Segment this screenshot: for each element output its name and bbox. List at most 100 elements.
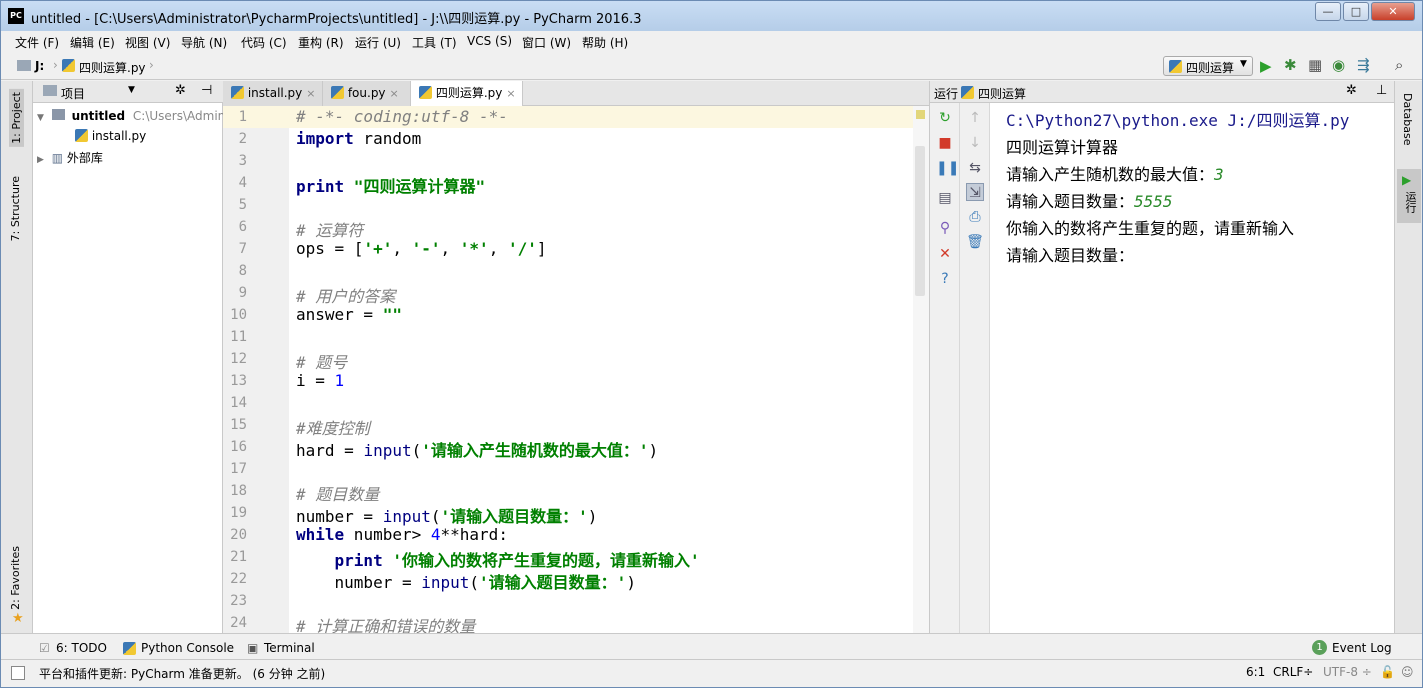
tree-item-install[interactable]: install.py	[75, 129, 146, 143]
console-command-line: C:\Python27\python.exe J:/四则运算.py	[1006, 111, 1350, 130]
chevron-down-icon: ▼	[1240, 59, 1247, 69]
breadcrumb-file[interactable]: 四则运算.py	[79, 59, 146, 76]
search-everywhere-icon[interactable]: ⌕	[1395, 56, 1403, 74]
coverage-icon[interactable]: ▦	[1308, 56, 1322, 74]
line-number: 12	[230, 351, 247, 367]
tab-structure[interactable]: 7: Structure	[9, 176, 22, 241]
tab-todo[interactable]: 6: TODO	[56, 641, 107, 655]
collapse-arrow-icon: ▶	[37, 155, 44, 165]
menu-refactor[interactable]: 重构 (R)	[298, 34, 344, 51]
pause-icon[interactable]: ❚❚	[936, 159, 959, 177]
code-editor[interactable]: # -*- coding:utf-8 -*- import random pri…	[289, 106, 929, 636]
scrollbar-thumb[interactable]	[915, 146, 925, 296]
run-panel-header: 运行 四则运算 ✲ ⊥	[930, 81, 1395, 103]
help-icon[interactable]: ?	[936, 270, 954, 288]
close-tab-icon[interactable]: ×	[506, 87, 515, 100]
gear-icon[interactable]: ✲	[175, 83, 186, 98]
tab-database[interactable]: Database	[1401, 93, 1414, 146]
scroll-to-end-icon[interactable]: ⇲	[966, 183, 984, 201]
file-encoding[interactable]: UTF-8 ÷	[1323, 665, 1372, 679]
print-icon[interactable]: ⎙	[966, 208, 984, 226]
menu-window[interactable]: 窗口 (W)	[522, 34, 571, 51]
menu-navigate[interactable]: 导航 (N)	[181, 34, 227, 51]
tab-terminal[interactable]: Terminal	[264, 641, 315, 655]
status-message[interactable]: 平台和插件更新: PyCharm 准备更新。 (6 分钟 之前)	[39, 665, 325, 682]
breadcrumb-root[interactable]: J:	[35, 59, 44, 73]
line-number: 9	[238, 285, 247, 301]
event-count-badge: 1	[1312, 640, 1327, 655]
tab-fou[interactable]: fou.py ×	[323, 81, 411, 106]
code-line-7: ops = ['+', '-', '*', '/']	[296, 239, 547, 258]
arrow-down-icon[interactable]: ↓	[966, 134, 984, 152]
menu-code[interactable]: 代码 (C)	[241, 34, 287, 51]
tree-root[interactable]: ▼ untitled C:\Users\Admini	[37, 109, 229, 123]
tab-run-label: 运行	[1404, 191, 1417, 213]
menu-tools[interactable]: 工具 (T)	[412, 34, 457, 51]
run-icon[interactable]: ▶	[1260, 57, 1272, 75]
menu-help[interactable]: 帮助 (H)	[582, 34, 628, 51]
expand-arrow-icon: ▼	[37, 113, 44, 123]
pin-icon[interactable]: ⚲	[936, 219, 954, 237]
menu-file[interactable]: 文件 (F)	[15, 34, 59, 51]
tab-event-log[interactable]: Event Log	[1332, 641, 1392, 655]
lock-icon[interactable]: 🔓	[1380, 665, 1395, 679]
editor-tabs: install.py × fou.py × 四则运算.py ×	[223, 81, 929, 106]
line-number: 8	[238, 263, 247, 279]
menu-edit[interactable]: 编辑 (E)	[70, 34, 115, 51]
soft-wrap-icon[interactable]: ⇆	[966, 159, 984, 177]
line-number: 20	[230, 527, 247, 543]
line-number: 7	[238, 241, 247, 257]
console-output-line: 请输入产生随机数的最大值：3	[1006, 165, 1224, 184]
inspector-icon[interactable]: ☺	[1401, 665, 1414, 679]
stop-icon[interactable]: ■	[936, 134, 954, 152]
hide-panel-icon[interactable]: ⊥	[1376, 83, 1387, 98]
gear-icon[interactable]: ✲	[1346, 83, 1357, 98]
tab-project[interactable]: 1: Project	[9, 89, 24, 147]
inspection-status-icon	[916, 110, 925, 119]
project-root-path: C:\Users\Admini	[132, 109, 229, 123]
console-output-line: 你输入的数将产生重复的题，请重新输入	[1006, 219, 1295, 238]
menu-vcs[interactable]: VCS (S)	[467, 34, 512, 48]
code-line-2: import random	[296, 129, 422, 148]
hide-panel-icon[interactable]: ⊣	[201, 83, 212, 98]
line-separator[interactable]: CRLF÷	[1273, 665, 1313, 679]
code-line-6: # 运算符	[296, 221, 364, 240]
layout-icon[interactable]: ▤	[936, 189, 954, 207]
tab-siyunsuan[interactable]: 四则运算.py ×	[411, 81, 523, 106]
trash-icon[interactable]: 🗑	[966, 233, 984, 251]
tab-install[interactable]: install.py ×	[223, 81, 323, 106]
run-config-selector[interactable]: 四则运算 ▼	[1163, 56, 1253, 76]
rerun-icon[interactable]: ↻	[936, 109, 954, 127]
console-user-input: 5555	[1134, 192, 1173, 211]
project-view-selector[interactable]: 项目	[61, 85, 85, 102]
line-number: 19	[230, 505, 247, 521]
caret-position[interactable]: 6:1	[1246, 665, 1265, 679]
tab-favorites[interactable]: 2: Favorites	[9, 546, 22, 610]
code-line-18: # 题目数量	[296, 485, 380, 504]
vcs-update-icon[interactable]: ⇶	[1357, 56, 1370, 74]
close-tab-icon[interactable]: ×	[306, 87, 315, 100]
maximize-button[interactable]: □	[1343, 2, 1369, 21]
tab-label: fou.py	[347, 86, 386, 100]
close-tab-icon[interactable]: ×	[390, 87, 399, 100]
editor-scrollbar[interactable]	[913, 106, 929, 633]
tab-run[interactable]: ▶ 运行	[1397, 169, 1421, 223]
close-icon[interactable]: ✕	[936, 245, 954, 263]
left-tool-strip: 1: Project 7: Structure 2: Favorites ★	[1, 81, 33, 633]
arrow-up-icon[interactable]: ↑	[966, 109, 984, 127]
code-line-12: # 题号	[296, 353, 348, 372]
tab-python-console[interactable]: Python Console	[141, 641, 234, 655]
close-window-button[interactable]: ✕	[1371, 2, 1415, 21]
line-number: 1	[238, 109, 247, 125]
menu-view[interactable]: 视图 (V)	[125, 34, 170, 51]
menu-run[interactable]: 运行 (U)	[355, 34, 401, 51]
toggle-tool-windows-icon[interactable]	[11, 666, 25, 680]
line-number: 17	[230, 461, 247, 477]
profile-icon[interactable]: ◉	[1332, 56, 1345, 74]
chevron-down-icon[interactable]: ▼	[128, 85, 135, 95]
debug-bug-icon[interactable]: ✱	[1284, 56, 1297, 74]
console-input-prompt[interactable]: 请输入题目数量：	[1006, 242, 1134, 266]
run-toolbar-secondary: ↑ ↓ ⇆ ⇲ ⎙ 🗑	[960, 103, 990, 633]
minimize-button[interactable]: —	[1315, 2, 1341, 21]
tree-item-external[interactable]: ▶ ▥ 外部库	[37, 149, 103, 166]
